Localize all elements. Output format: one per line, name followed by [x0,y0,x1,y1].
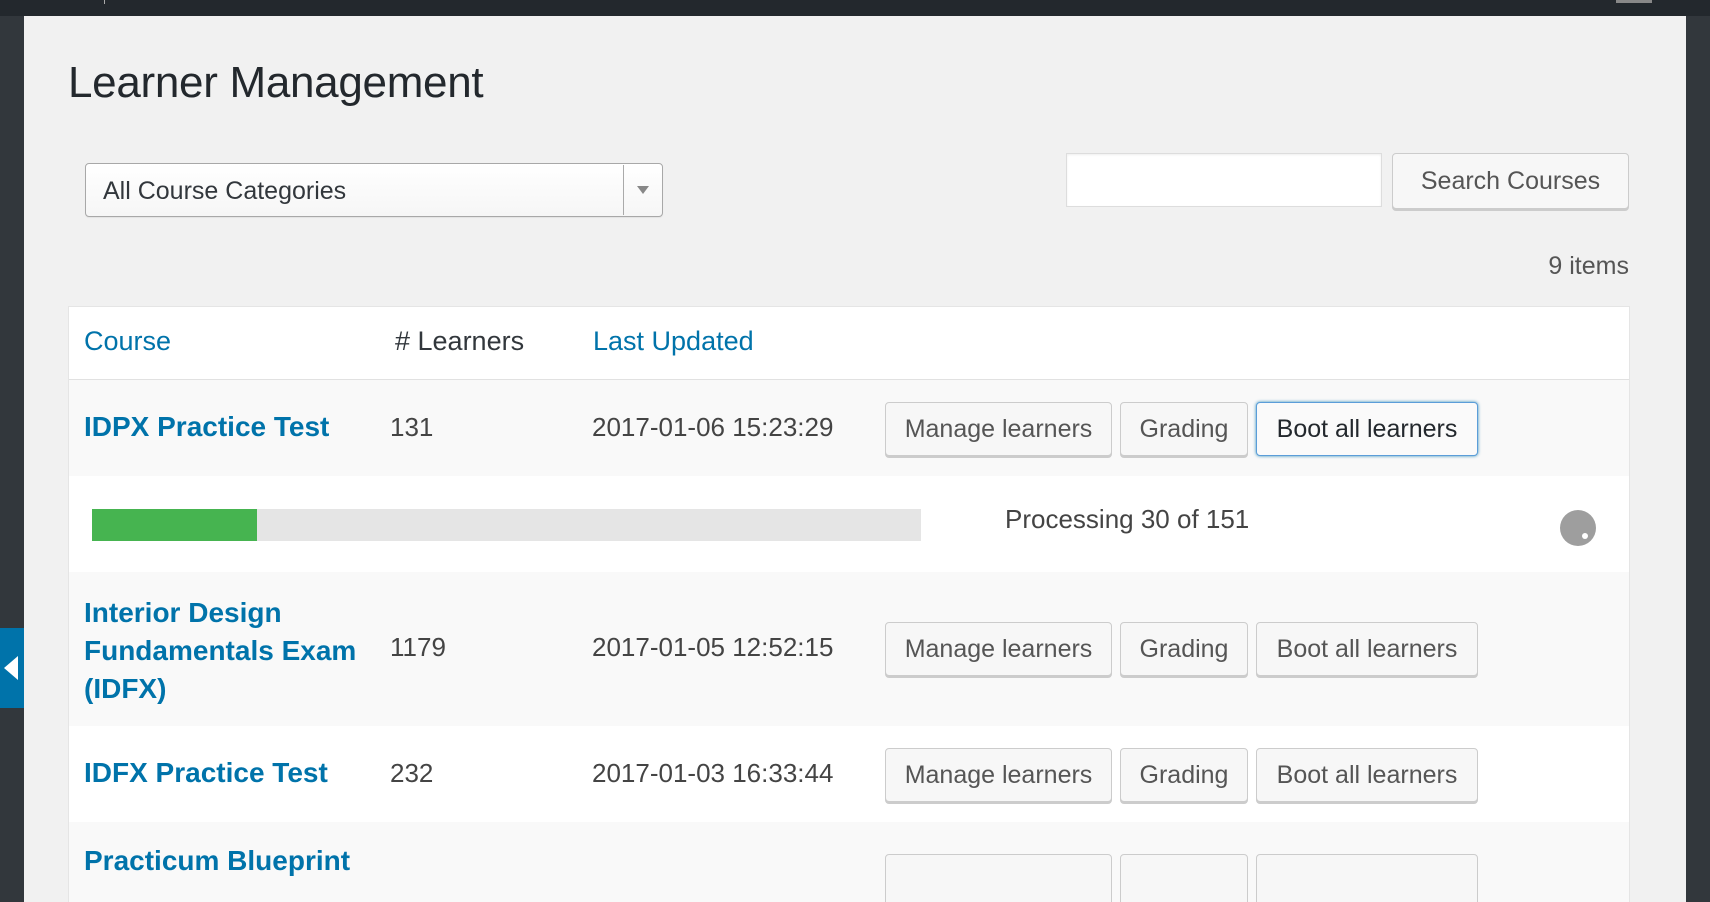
manage-learners-button[interactable]: Manage learners [885,402,1112,456]
manage-learners-button[interactable] [885,854,1112,902]
chevron-down-icon[interactable] [637,186,649,194]
last-updated: 2017-01-03 16:33:44 [592,758,834,788]
table-row: Interior Design Fundamentals Exam (IDFX)… [69,572,1629,726]
courses-table: Course # Learners Last Updated IDPX Prac… [68,306,1630,902]
learner-count: 131 [390,412,434,442]
progress-bar-fill [92,509,257,541]
main-content: Learner Management All Course Categories… [24,16,1686,902]
processing-status: Processing 30 of 151 [1005,504,1250,534]
loading-spinner-icon [1560,510,1596,546]
top-bar-corner-marker [1616,0,1652,3]
column-header-learners: # Learners [395,326,525,356]
course-title-link[interactable]: IDPX Practice Test [84,408,329,446]
table-row: IDPX Practice Test 131 2017-01-06 15:23:… [69,380,1629,476]
course-title-link[interactable]: IDFX Practice Test [84,754,328,792]
top-bar-divider [104,0,105,4]
search-courses-button[interactable]: Search Courses [1392,153,1629,209]
collapse-menu-tab[interactable] [0,628,24,708]
course-title-link[interactable]: Practicum Blueprint [84,842,350,880]
table-row: IDFX Practice Test 232 2017-01-03 16:33:… [69,726,1629,822]
grading-button[interactable]: Grading [1120,748,1248,802]
table-header: Course # Learners Last Updated [69,307,1629,380]
grading-button[interactable]: Grading [1120,622,1248,676]
last-updated: 2017-01-05 12:52:15 [592,632,834,662]
admin-side-rail [0,16,24,902]
admin-top-bar [0,0,1710,16]
course-category-select[interactable]: All Course Categories [85,163,663,217]
learner-count: 1179 [390,632,446,662]
last-updated: 2017-01-06 15:23:29 [592,412,834,442]
grading-button[interactable]: Grading [1120,402,1248,456]
column-header-last-updated[interactable]: Last Updated [593,326,754,357]
boot-all-learners-button[interactable]: Boot all learners [1256,402,1478,456]
learner-count: 232 [390,758,434,788]
boot-all-learners-button[interactable]: Boot all learners [1256,622,1478,676]
manage-learners-button[interactable]: Manage learners [885,622,1112,676]
items-count: 9 items [1548,252,1629,280]
right-edge-rail [1686,16,1710,902]
page-title: Learner Management [68,58,484,107]
boot-all-learners-button[interactable]: Boot all learners [1256,748,1478,802]
course-title-link[interactable]: Interior Design Fundamentals Exam (IDFX) [84,594,384,708]
processing-row: Processing 30 of 151 [69,476,1629,572]
course-search-input[interactable] [1066,153,1382,207]
column-header-course[interactable]: Course [84,326,171,357]
course-category-value: All Course Categories [103,177,347,205]
spinner-dot [1582,533,1588,539]
collapse-arrow-icon [4,656,18,680]
boot-all-learners-button[interactable] [1256,854,1478,902]
progress-bar [92,509,921,541]
grading-button[interactable] [1120,854,1248,902]
select-divider [623,165,624,215]
manage-learners-button[interactable]: Manage learners [885,748,1112,802]
table-row: Practicum Blueprint [69,822,1629,902]
